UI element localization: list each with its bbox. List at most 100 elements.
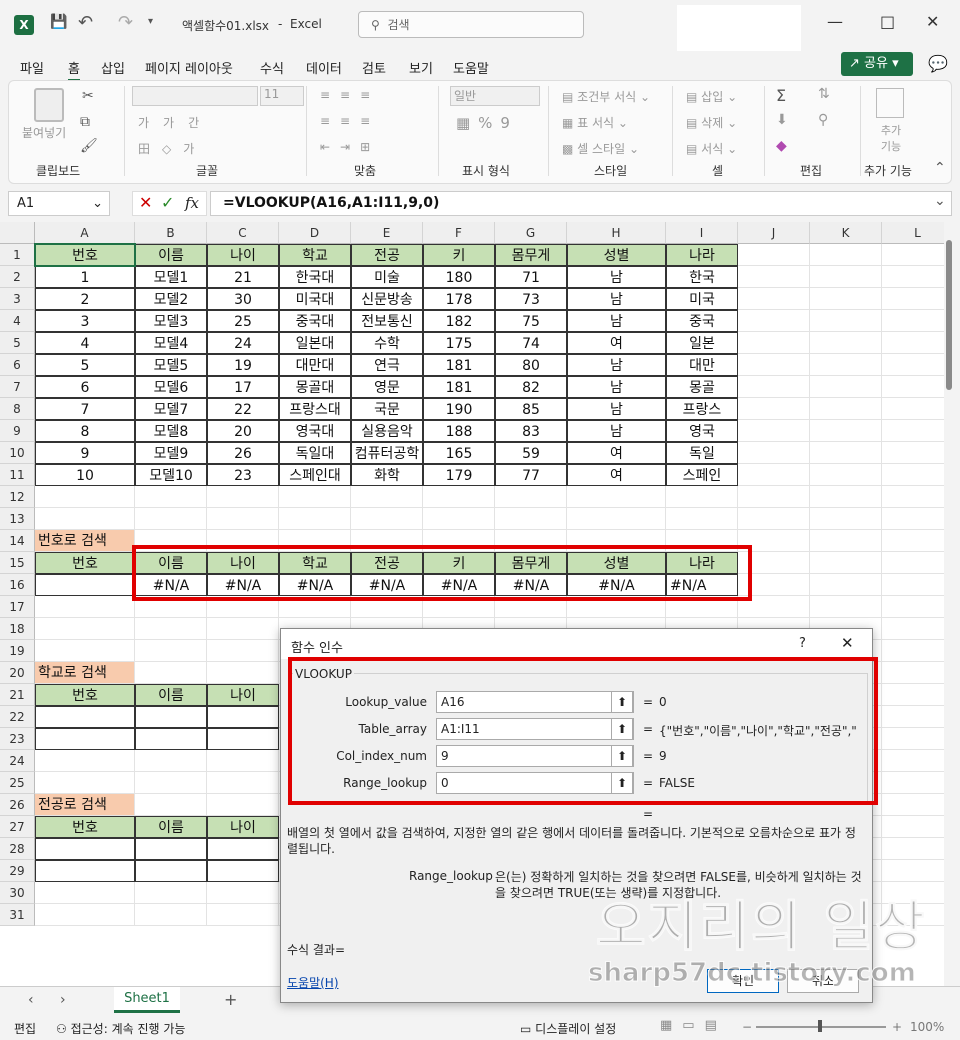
grid-cell[interactable] [882, 860, 944, 882]
row-header[interactable]: 4 [0, 310, 35, 332]
grid-cell[interactable] [135, 794, 207, 816]
search3-header-cell[interactable]: 번호 [35, 816, 135, 838]
table-cell[interactable]: 모델10 [135, 464, 207, 486]
grid-cell[interactable] [738, 420, 810, 442]
table-header-cell[interactable]: 전공 [351, 244, 423, 266]
table-cell[interactable]: 19 [207, 354, 279, 376]
format-painter-icon[interactable]: 🖌 [80, 138, 98, 154]
table-cell[interactable]: 모델1 [135, 266, 207, 288]
grid-cell[interactable] [279, 508, 351, 530]
table-cell[interactable]: 190 [423, 398, 495, 420]
table-header-cell[interactable]: 이름 [135, 244, 207, 266]
row-header[interactable]: 14 [0, 530, 35, 552]
menu-formulas[interactable]: 수식 [260, 58, 284, 77]
column-header[interactable]: J [738, 222, 810, 244]
table-cell[interactable]: 대만 [666, 354, 738, 376]
search2-cell[interactable] [135, 728, 207, 750]
grid-cell[interactable] [666, 508, 738, 530]
table-cell[interactable]: 여 [567, 332, 666, 354]
grid-cell[interactable] [882, 772, 944, 794]
table-cell[interactable]: 미국 [666, 288, 738, 310]
grid-cell[interactable] [882, 376, 944, 398]
grid-cell[interactable] [738, 354, 810, 376]
grid-cell[interactable] [882, 662, 944, 684]
grid-cell[interactable] [810, 354, 882, 376]
column-header[interactable]: L [882, 222, 944, 244]
grid-cell[interactable] [738, 288, 810, 310]
undo-icon[interactable]: ↶ [78, 12, 93, 33]
grid-cell[interactable] [738, 376, 810, 398]
search3-header-cell[interactable]: 이름 [135, 816, 207, 838]
table-cell[interactable]: 7 [35, 398, 135, 420]
quick-access-dropdown-icon[interactable]: ▾ [148, 16, 153, 27]
account-area[interactable] [677, 5, 801, 51]
menu-view[interactable]: 보기 [409, 58, 433, 77]
conditional-format-button[interactable]: ▤ 조건부 서식 ⌄ [562, 88, 650, 105]
table-cell[interactable]: 남 [567, 376, 666, 398]
zoom-level[interactable]: 100% [910, 1020, 944, 1034]
table-cell[interactable]: 4 [35, 332, 135, 354]
addin-icon[interactable] [876, 88, 904, 118]
redo-icon[interactable]: ↷ [118, 12, 133, 33]
grid-cell[interactable] [810, 464, 882, 486]
table-cell[interactable]: 178 [423, 288, 495, 310]
table-cell[interactable]: 독일대 [279, 442, 351, 464]
table-cell[interactable]: 실용음악 [351, 420, 423, 442]
table-cell[interactable]: 10 [35, 464, 135, 486]
column-header[interactable]: I [666, 222, 738, 244]
row-header[interactable]: 15 [0, 552, 35, 574]
grid-cell[interactable] [882, 574, 944, 596]
search3-cell[interactable] [207, 860, 279, 882]
grid-cell[interactable] [882, 794, 944, 816]
search-header-cell[interactable]: 번호 [35, 552, 135, 574]
confirm-entry-icon[interactable]: ✓ [161, 193, 174, 212]
comments-icon[interactable]: 💬 [928, 54, 948, 73]
grid-cell[interactable] [423, 486, 495, 508]
column-header[interactable]: K [810, 222, 882, 244]
prev-sheet-icon[interactable]: ‹ [28, 992, 34, 1008]
search2-cell[interactable] [207, 728, 279, 750]
table-cell[interactable]: 여 [567, 464, 666, 486]
table-cell[interactable]: 188 [423, 420, 495, 442]
table-cell[interactable]: 컴퓨터공학 [351, 442, 423, 464]
table-cell[interactable]: 23 [207, 464, 279, 486]
grid-cell[interactable] [207, 772, 279, 794]
next-sheet-icon[interactable]: › [60, 992, 66, 1008]
search2-header-cell[interactable]: 나이 [207, 684, 279, 706]
menu-data[interactable]: 데이터 [306, 58, 342, 77]
table-cell[interactable]: 몽골대 [279, 376, 351, 398]
table-cell[interactable]: 몽골 [666, 376, 738, 398]
row-header[interactable]: 2 [0, 266, 35, 288]
table-cell[interactable]: 영국 [666, 420, 738, 442]
help-link[interactable]: 도움말(H) [287, 974, 339, 991]
font-family-select[interactable] [132, 86, 258, 106]
font-color-buttons[interactable]: 田◇가 [138, 140, 206, 157]
grid-cell[interactable] [810, 596, 882, 618]
table-cell[interactable]: 59 [495, 442, 567, 464]
table-cell[interactable]: 모델2 [135, 288, 207, 310]
table-cell[interactable]: 연극 [351, 354, 423, 376]
grid-cell[interactable] [207, 640, 279, 662]
search3-cell[interactable] [35, 838, 135, 860]
table-cell[interactable]: 182 [423, 310, 495, 332]
row-header[interactable]: 12 [0, 486, 35, 508]
row-header[interactable]: 16 [0, 574, 35, 596]
row-header[interactable]: 24 [0, 750, 35, 772]
grid-cell[interactable] [207, 508, 279, 530]
column-header[interactable]: F [423, 222, 495, 244]
vertical-scroll-thumb[interactable] [946, 240, 952, 390]
table-cell[interactable]: 2 [35, 288, 135, 310]
find-icon[interactable]: ⚲ [818, 112, 828, 128]
column-header[interactable]: H [567, 222, 666, 244]
row-header[interactable]: 3 [0, 288, 35, 310]
dialog-close-icon[interactable]: ✕ [841, 634, 854, 652]
grid-cell[interactable] [135, 486, 207, 508]
grid-cell[interactable] [738, 508, 810, 530]
table-cell[interactable]: 75 [495, 310, 567, 332]
table-cell[interactable]: 181 [423, 354, 495, 376]
search2-header-cell[interactable]: 이름 [135, 684, 207, 706]
grid-cell[interactable] [882, 838, 944, 860]
grid-cell[interactable] [882, 684, 944, 706]
menu-home[interactable]: 홈 [68, 58, 80, 82]
table-cell[interactable]: 83 [495, 420, 567, 442]
